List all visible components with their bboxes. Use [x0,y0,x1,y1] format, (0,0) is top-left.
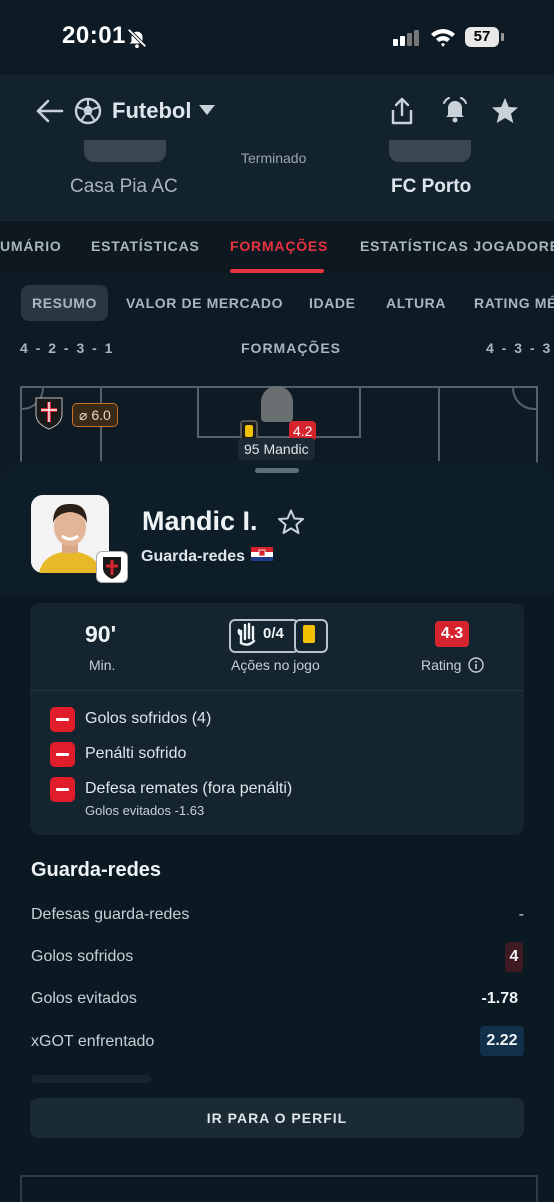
event-goals-prevented: Golos evitados -1.63 [85,803,205,818]
event-goals-conceded: Golos sofridos (4) [85,710,212,727]
stat-label: Golos evitados [31,990,137,1007]
faded-row [31,1075,151,1083]
rating-label: Rating [421,657,462,673]
tab-lineups[interactable]: FORMAÇÕES [230,238,328,254]
chip-summary[interactable]: RESUMO [21,285,109,321]
chip-age[interactable]: IDADE [298,285,367,321]
casa-pia-badge-icon [35,397,63,430]
tab-summary[interactable]: UMÁRIO [0,238,62,254]
team-average-rating: ⌀ 6.0 [72,403,118,427]
formations-title: FORMAÇÕES [241,340,341,356]
avg-rating-value: 6.0 [91,407,111,423]
stat-value: 2.22 [480,1026,524,1056]
minutes-label: Min. [89,657,116,673]
minus-event-icon [50,707,75,732]
tab-statistics[interactable]: ESTATÍSTICAS [91,238,200,254]
actions-label: Ações no jogo [231,657,320,673]
event-penalty-conceded: Penálti sofrido [85,745,187,762]
sport-selector[interactable]: Futebol [112,98,191,124]
away-team-logo[interactable] [389,140,471,162]
chip-height[interactable]: ALTURA [375,285,457,321]
bell-muted-icon [127,28,147,49]
player-label-mini[interactable]: 95 Mandic [238,438,315,460]
info-icon[interactable] [468,657,484,673]
home-team-name[interactable]: Casa Pia AC [70,176,178,198]
stat-label: xGOT enfrentado [31,1033,155,1050]
player-name: Mandic I. [142,506,258,536]
minutes-played: 90' [85,621,117,647]
player-avatar-mini[interactable] [261,386,293,422]
player-position: Guarda-redes [141,548,246,565]
stat-value: 4 [505,942,523,972]
battery-tip [501,33,504,41]
active-tab-indicator [230,269,324,273]
status-time: 20:01 [62,22,126,49]
chip-average-rating[interactable]: RATING MÉ [463,285,554,321]
match-status: Terminado [241,150,307,166]
battery-icon: 57 [465,27,499,47]
stat-value: -1.78 [481,990,518,1007]
chevron-down-icon[interactable] [199,105,215,115]
home-formation: 4 - 2 - 3 - 1 [20,340,115,356]
favorite-star-icon[interactable] [490,96,520,126]
football-icon [74,97,102,125]
divider [30,690,524,691]
go-to-profile-button[interactable]: IR PARA O PERFIL [30,1098,524,1138]
minus-event-icon [50,777,75,802]
player-rating: 4.3 [435,621,469,647]
pitch-bottom [20,1175,538,1202]
away-team-name[interactable]: FC Porto [391,176,471,198]
follow-star-icon[interactable] [277,508,305,536]
drag-handle[interactable] [255,468,299,473]
casa-pia-badge-icon [103,557,121,579]
wifi-icon [431,29,455,47]
minus-event-icon [50,742,75,767]
actions-count: 0/4 [263,625,284,642]
home-team-logo[interactable] [84,140,166,162]
stat-label: Defesas guarda-redes [31,906,190,923]
team-badge-small [96,551,128,583]
chip-market-value[interactable]: VALOR DE MERCADO [115,285,294,321]
croatia-flag-icon [251,547,273,561]
tab-player-stats[interactable]: ESTATÍSTICAS JOGADORES [360,238,554,254]
back-arrow-icon[interactable] [34,97,64,125]
away-formation: 4 - 3 - 3 [486,340,553,356]
signal-icon [393,28,421,46]
section-title: Guarda-redes [31,859,162,881]
share-icon[interactable] [388,96,416,126]
notification-bell-icon[interactable] [440,95,470,125]
stat-label: Golos sofridos [31,948,134,965]
stat-value: - [518,906,524,923]
yellow-card-icon [303,625,315,643]
event-saves: Defesa remates (fora penálti) [85,780,293,797]
goalkeeper-glove-icon [237,622,256,646]
